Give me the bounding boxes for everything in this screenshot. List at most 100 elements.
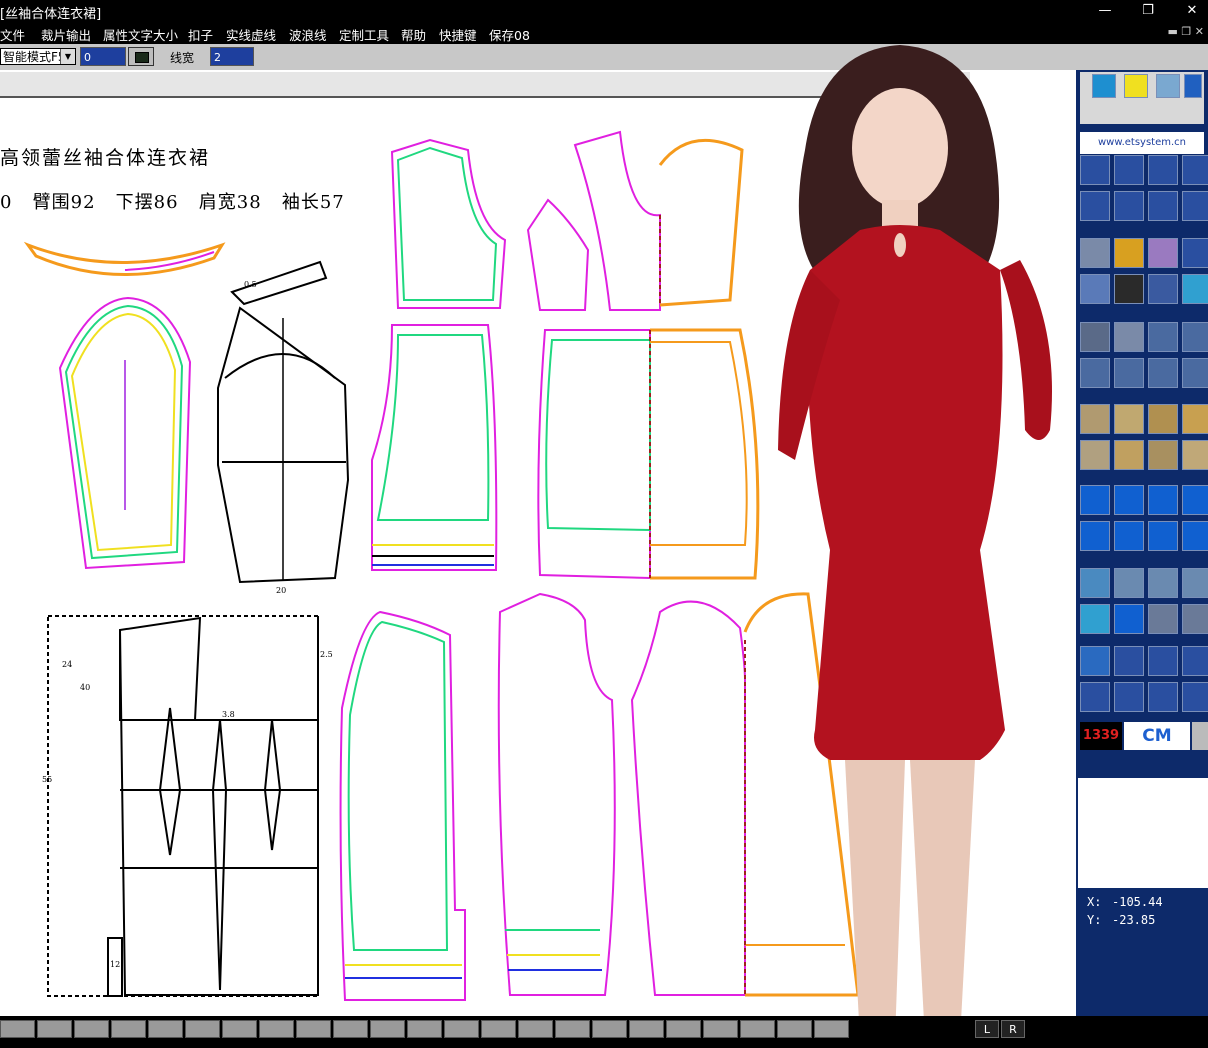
wave-tool-icon[interactable] <box>1148 646 1178 676</box>
sleeve-tool-icon[interactable] <box>1080 568 1110 598</box>
angle-line-icon[interactable] <box>1148 682 1178 712</box>
tool-group-1 <box>1078 155 1208 227</box>
dart-point-icon[interactable] <box>1080 440 1110 470</box>
color-swatch-icon <box>135 52 149 63</box>
mode-dropdown[interactable]: 智能模式F5 ▼ <box>0 48 76 65</box>
flip-tool-icon[interactable] <box>1182 238 1208 268</box>
status-segment <box>296 1020 331 1038</box>
et-format-icon[interactable] <box>1148 485 1178 515</box>
menu-custom-tools[interactable]: 定制工具 <box>339 25 389 44</box>
restore-button[interactable]: ❐ <box>1133 2 1163 20</box>
fold-tool-icon[interactable] <box>1148 274 1178 304</box>
cross-piece-icon[interactable] <box>1182 568 1208 598</box>
dimension-label: 20 <box>276 586 287 595</box>
dimension-label: 40 <box>80 683 91 692</box>
grid-tool-icon[interactable] <box>1148 568 1178 598</box>
curve-line-icon[interactable] <box>1182 682 1208 712</box>
menu-piece-output[interactable]: 裁片输出 <box>41 25 91 44</box>
circle-tool-icon[interactable] <box>1080 646 1110 676</box>
mirror-tool-icon[interactable] <box>1182 155 1208 185</box>
spiral-tool-icon[interactable] <box>1148 322 1178 352</box>
tuck-tool-icon[interactable] <box>1182 404 1208 434</box>
dart-close-icon[interactable] <box>1182 440 1208 470</box>
pocket-tool-icon[interactable] <box>1182 322 1208 352</box>
menu-button[interactable]: 扣子 <box>188 25 213 44</box>
mdi-window-buttons[interactable]: ▬ ❐ ✕ <box>1168 25 1204 38</box>
corner-tool-icon[interactable] <box>1080 521 1110 551</box>
menu-shortcuts[interactable]: 快捷键 <box>439 25 477 44</box>
piece-counter: 1339 <box>1080 722 1122 750</box>
menu-line-style[interactable]: 实线虚线 <box>226 25 276 44</box>
grading-icon[interactable] <box>1156 74 1180 98</box>
right-mouse-button[interactable]: R <box>1001 1020 1025 1038</box>
notch-tool-icon[interactable] <box>1182 274 1208 304</box>
gore-tool-icon[interactable] <box>1148 358 1178 388</box>
tool-group-7 <box>1078 646 1208 718</box>
pattern-title: 高领蕾丝袖合体连衣裙 <box>0 147 211 169</box>
thumbnail-preview[interactable] <box>1078 778 1208 888</box>
measure-icon[interactable] <box>1092 74 1116 98</box>
tool-group-2 <box>1078 238 1208 310</box>
piece-tool-icon[interactable] <box>1080 358 1110 388</box>
menu-wavy-line[interactable]: 波浪线 <box>289 25 327 44</box>
triangle-tool-icon[interactable] <box>1114 646 1144 676</box>
close-button[interactable]: ✕ <box>1177 2 1207 20</box>
step-tool-icon[interactable] <box>1148 521 1178 551</box>
dimension-label: 0.5 <box>244 280 257 289</box>
angle-tool-icon[interactable] <box>1080 191 1110 221</box>
pin-tool-icon[interactable] <box>1080 274 1110 304</box>
value-field[interactable]: 0 <box>80 47 126 66</box>
skirt-tool-icon[interactable] <box>1114 568 1144 598</box>
menu-help[interactable]: 帮助 <box>401 25 426 44</box>
measure-tape-icon[interactable] <box>1080 604 1110 634</box>
pattern-icon[interactable] <box>1124 74 1148 98</box>
arrow-tool-icon[interactable] <box>1114 238 1144 268</box>
hem-tool-icon[interactable] <box>1182 604 1208 634</box>
column-tool-icon[interactable] <box>1182 521 1208 551</box>
status-segment <box>703 1020 738 1038</box>
color-picker-button[interactable] <box>128 47 154 66</box>
flare-tool-icon[interactable] <box>1148 404 1178 434</box>
collar-tool-icon[interactable] <box>1148 604 1178 634</box>
cut-line-icon[interactable] <box>1114 274 1144 304</box>
status-segment <box>740 1020 775 1038</box>
panel-tool-icon[interactable] <box>1114 358 1144 388</box>
cross-tool-icon[interactable] <box>1114 191 1144 221</box>
shape-tool-icon[interactable] <box>1148 238 1178 268</box>
status-segment <box>111 1020 146 1038</box>
pleat-tool-icon[interactable] <box>1080 404 1110 434</box>
tool-group-6 <box>1078 568 1208 640</box>
gather-tool-icon[interactable] <box>1114 404 1144 434</box>
sewing-machine-icon[interactable] <box>1080 322 1110 352</box>
point-tool-icon[interactable] <box>1080 155 1110 185</box>
center-line-icon[interactable] <box>1114 604 1144 634</box>
left-mouse-button[interactable]: L <box>975 1020 999 1038</box>
chevron-down-icon[interactable]: ▼ <box>60 49 75 64</box>
menu-attr-text-size[interactable]: 属性文字大小 <box>103 25 178 44</box>
calculator-icon[interactable] <box>1192 722 1208 750</box>
close-piece-icon[interactable] <box>1182 485 1208 515</box>
split-tool-icon[interactable] <box>1182 191 1208 221</box>
x-coordinate: -105.44 <box>1112 895 1163 909</box>
dart-tool-icon[interactable] <box>1148 191 1178 221</box>
dart-rotate-icon[interactable] <box>1114 440 1144 470</box>
cut-tool-icon[interactable] <box>1148 155 1178 185</box>
tool-group-3 <box>1078 322 1208 394</box>
minimize-button[interactable]: — <box>1090 2 1120 20</box>
unit-label[interactable]: CM <box>1124 722 1190 750</box>
slope-line-icon[interactable] <box>1080 682 1110 712</box>
line-width-field[interactable]: 2 <box>210 47 254 66</box>
menu-save[interactable]: 保存08 <box>489 25 530 44</box>
scissors-icon[interactable] <box>1080 238 1110 268</box>
shoe-tool-icon[interactable] <box>1182 646 1208 676</box>
slope-tool-icon[interactable] <box>1114 521 1144 551</box>
curve-tool-icon[interactable] <box>1114 155 1144 185</box>
seam-tool-icon[interactable] <box>1182 358 1208 388</box>
menu-file[interactable]: 文件 <box>0 25 25 44</box>
dart-move-icon[interactable] <box>1148 440 1178 470</box>
pen-icon[interactable] <box>1184 74 1202 98</box>
dress-form-icon[interactable] <box>1114 322 1144 352</box>
download-icon[interactable] <box>1114 485 1144 515</box>
import-icon[interactable] <box>1080 485 1110 515</box>
table-tool-icon[interactable] <box>1114 682 1144 712</box>
